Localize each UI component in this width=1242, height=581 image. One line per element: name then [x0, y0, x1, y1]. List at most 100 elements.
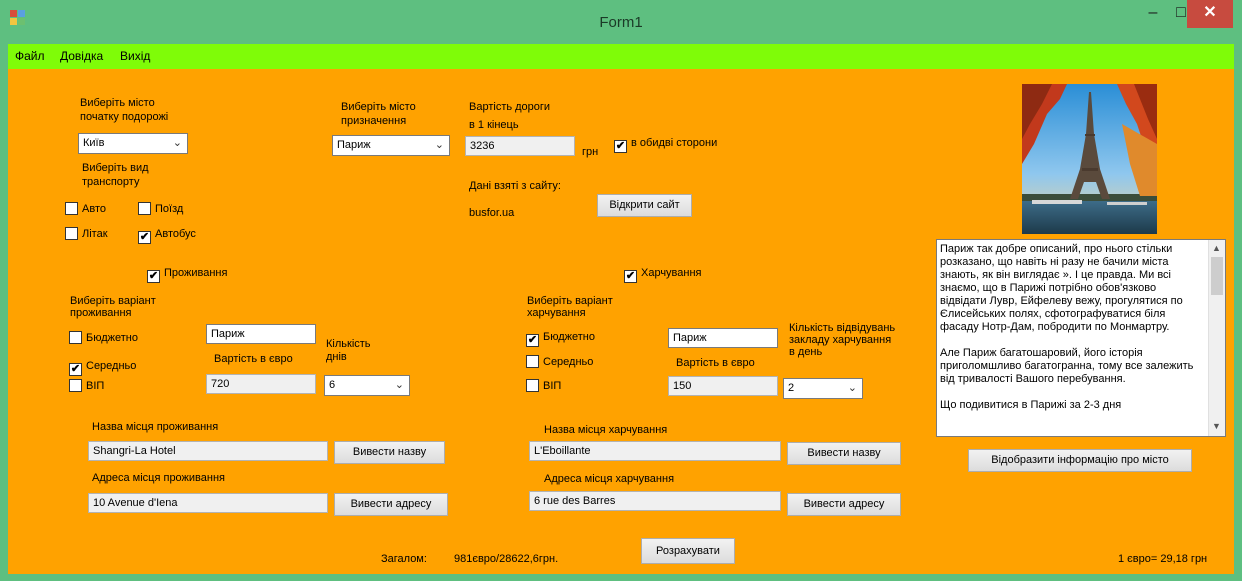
food-checkbox[interactable]: ✔ Харчування [624, 266, 702, 283]
destination-label: Виберіть місто призначення [341, 101, 416, 127]
lodging-checkbox[interactable]: ✔ Проживання [147, 266, 228, 283]
chevron-down-icon[interactable]: ▼ [1212, 420, 1221, 433]
title-bar[interactable]: Form1 ‒ □ ✕ [0, 0, 1242, 44]
destination-city-select[interactable]: Париж ⌄ [332, 135, 450, 156]
city-info-textarea[interactable]: Париж так добре описаний, про нього стіл… [936, 239, 1226, 437]
road-cost-field[interactable]: 3236 [465, 136, 575, 156]
road-one-way-label: в 1 кінець [469, 119, 519, 131]
food-name-button[interactable]: Вивести назву [787, 442, 901, 465]
show-city-info-button[interactable]: Відобразити інформацію про місто [968, 449, 1192, 472]
transport-auto-checkbox[interactable]: Авто [65, 202, 106, 218]
checkbox-box [138, 202, 151, 215]
road-cost-unit: грн [582, 146, 599, 158]
origin-label: Виберіть місто початку подорожі [80, 97, 169, 123]
window-title: Form1 [599, 14, 643, 31]
lodging-address-label: Адреса місця проживання [92, 472, 225, 484]
checkbox-box: ✔ [624, 270, 637, 283]
city-info-paragraph: Але Париж багатошаровий, його історія пр… [940, 347, 1194, 385]
transport-bus-checkbox[interactable]: ✔ Автобус [138, 227, 196, 244]
checkbox-label: Бюджетно [86, 332, 138, 344]
chevron-up-icon[interactable]: ▲ [1212, 242, 1221, 255]
vertical-scrollbar[interactable]: ▲ ▼ [1208, 240, 1225, 436]
lodging-days-value: 6 [329, 379, 336, 391]
city-info-paragraph: Що подивитися в Парижі за 2-3 дня [940, 399, 1122, 411]
checkbox-label: Бюджетно [543, 331, 595, 343]
food-budget-radio[interactable]: ✔ Бюджетно [526, 330, 595, 347]
app-window: Form1 ‒ □ ✕ Файл Довідка Вихід Виберіть … [0, 0, 1242, 581]
lodging-name-label: Назва місця проживання [92, 421, 219, 433]
food-address-field[interactable]: 6 rue des Barres [529, 491, 781, 511]
menu-bar: Файл Довідка Вихід [8, 44, 1234, 69]
food-visits-value: 2 [788, 382, 795, 394]
menu-file[interactable]: Файл [15, 49, 45, 63]
checkbox-label: Харчування [641, 267, 702, 279]
food-visits-select[interactable]: 2 ⌄ [783, 378, 863, 399]
chevron-down-icon: ⌄ [434, 139, 444, 151]
road-cost-label: Вартість дороги [469, 101, 551, 113]
food-address-label: Адреса місця харчування [544, 473, 675, 485]
calculate-button[interactable]: Розрахувати [641, 538, 735, 564]
origin-city-select[interactable]: Київ ⌄ [78, 133, 188, 154]
checkbox-box: ✔ [614, 140, 627, 153]
lodging-price-field[interactable]: 720 [206, 374, 316, 394]
food-name-label: Назва місця харчування [544, 424, 668, 436]
food-name-field[interactable]: L'Eboillante [529, 441, 781, 461]
menu-exit[interactable]: Вихід [120, 49, 150, 63]
chevron-down-icon: ⌄ [394, 379, 404, 391]
transport-plane-checkbox[interactable]: Літак [65, 227, 108, 243]
lodging-budget-radio[interactable]: Бюджетно [69, 331, 138, 347]
checkbox-label: Літак [82, 228, 108, 240]
checkbox-box [65, 227, 78, 240]
checkbox-label: Автобус [155, 228, 196, 240]
checkbox-label: Середньо [543, 356, 594, 368]
checkbox-label: ВІП [543, 380, 562, 392]
lodging-address-button[interactable]: Вивести адресу [334, 493, 448, 516]
minimize-button[interactable]: ‒ [1140, 0, 1166, 28]
checkbox-label: Середньо [86, 360, 137, 372]
source-site-text: busfor.ua [469, 207, 515, 219]
lodging-city-field[interactable]: Париж [206, 324, 316, 344]
lodging-price-label: Вартість в євро [214, 353, 293, 365]
city-info-paragraph: Париж так добре описаний, про нього стіл… [940, 243, 1183, 333]
transport-train-checkbox[interactable]: Поїзд [138, 202, 183, 218]
total-label: Загалом: [381, 553, 427, 565]
checkbox-box [65, 202, 78, 215]
lodging-days-select[interactable]: 6 ⌄ [324, 375, 410, 396]
source-label: Дані взяті з сайту: [469, 180, 561, 192]
lodging-medium-radio[interactable]: ✔ Середньо [69, 359, 137, 376]
chevron-down-icon: ⌄ [172, 137, 182, 149]
form-client-area: Виберіть місто початку подорожі Київ ⌄ В… [8, 69, 1234, 574]
checkbox-box [69, 379, 82, 392]
close-button[interactable]: ✕ [1187, 0, 1233, 28]
checkbox-box: ✔ [526, 334, 539, 347]
menu-help[interactable]: Довідка [60, 49, 103, 63]
lodging-name-field[interactable]: Shangri-La Hotel [88, 441, 328, 461]
both-ways-checkbox[interactable]: ✔ в обидві сторони [614, 136, 718, 153]
lodging-name-button[interactable]: Вивести назву [334, 441, 445, 464]
food-medium-radio[interactable]: Середньо [526, 355, 593, 371]
checkbox-label: Авто [82, 203, 106, 215]
food-address-button[interactable]: Вивести адресу [787, 493, 901, 516]
checkbox-label: ВІП [86, 380, 105, 392]
food-price-field[interactable]: 150 [668, 376, 778, 396]
checkbox-box: ✔ [138, 231, 151, 244]
scrollbar-thumb[interactable] [1211, 257, 1223, 295]
checkbox-box: ✔ [69, 363, 82, 376]
checkbox-box [69, 331, 82, 344]
lodging-vip-radio[interactable]: ВІП [69, 379, 104, 395]
lodging-days-label: Кількість днів [326, 338, 371, 363]
open-site-button[interactable]: Відкрити сайт [597, 194, 692, 217]
transport-label: Виберіть вид транспорту [82, 162, 149, 188]
food-visits-label: Кількість відвідувань закладу харчування… [789, 322, 896, 358]
checkbox-label: Проживання [164, 267, 228, 279]
lodging-address-field[interactable]: 10 Avenue d'Iena [88, 493, 328, 513]
chevron-down-icon: ⌄ [847, 382, 857, 394]
checkbox-label: Поїзд [155, 203, 184, 215]
food-price-label: Вартість в євро [676, 357, 755, 369]
checkbox-box [526, 379, 539, 392]
food-city-field[interactable]: Париж [668, 328, 778, 348]
food-vip-radio[interactable]: ВІП [526, 379, 561, 395]
checkbox-label: в обидві сторони [631, 137, 718, 149]
checkbox-box [526, 355, 539, 368]
origin-city-value: Київ [83, 137, 105, 149]
